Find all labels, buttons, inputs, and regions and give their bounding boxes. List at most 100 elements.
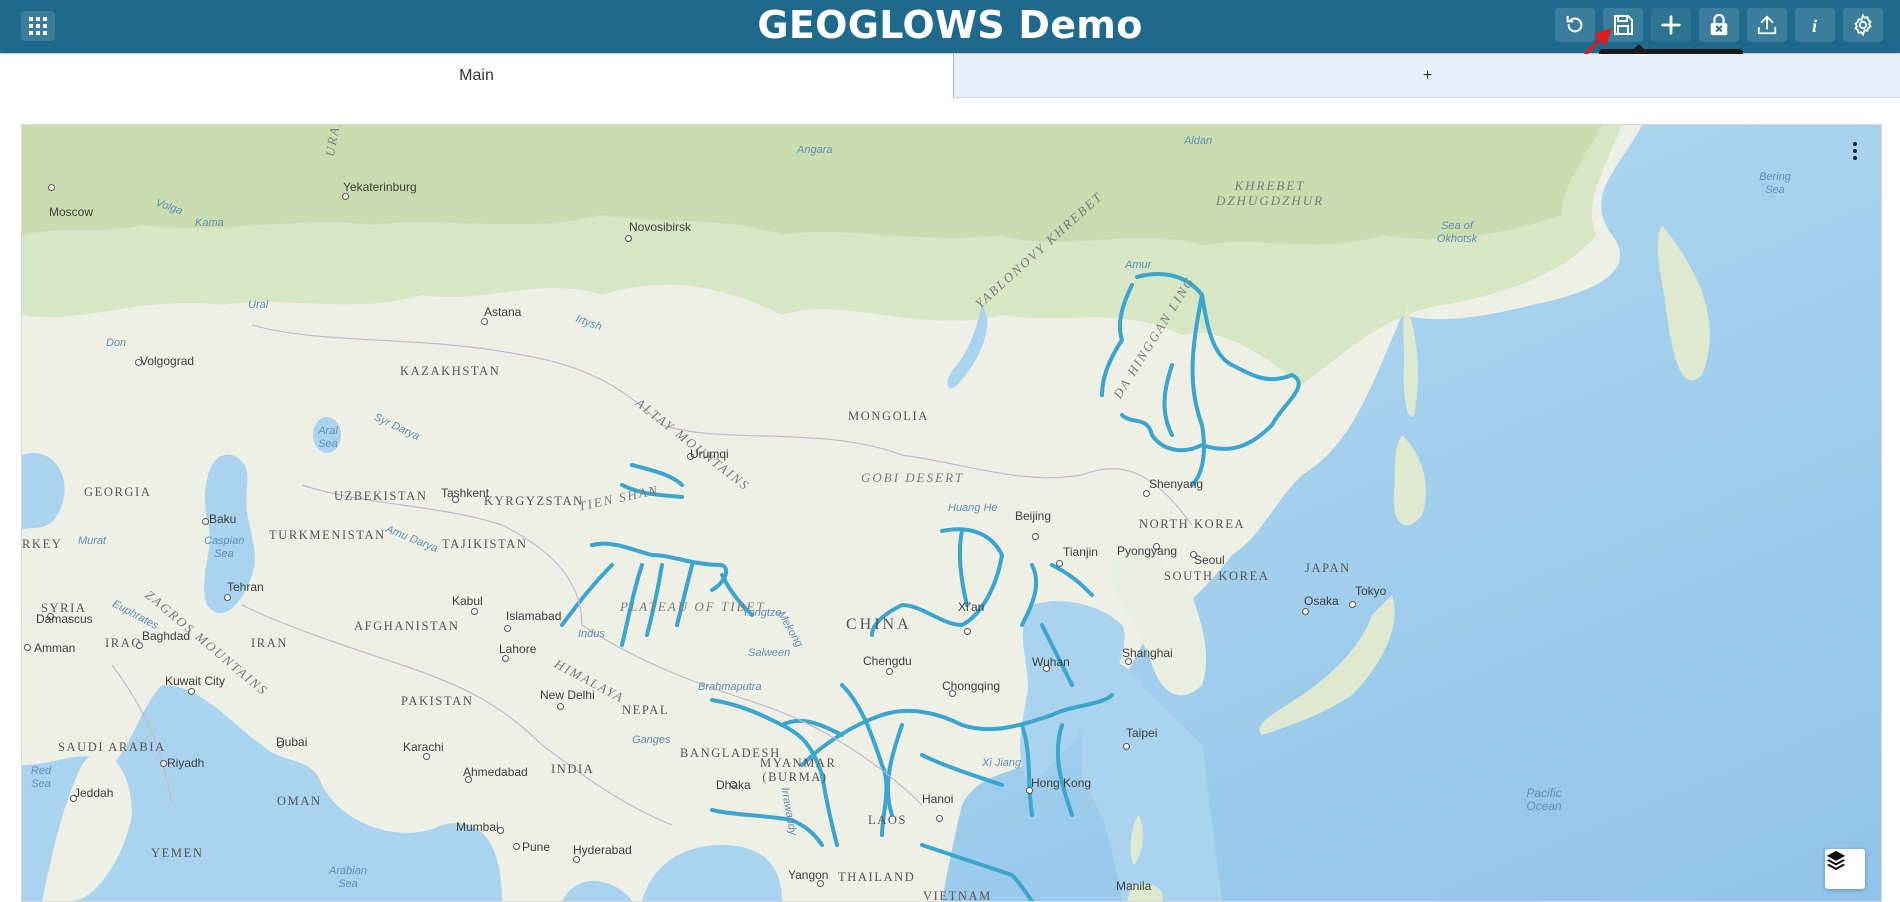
city-marker: [471, 608, 478, 615]
label-city: Tehran: [227, 580, 264, 594]
label-water: Huang He: [948, 502, 998, 514]
label-country: TURKMENISTAN: [269, 528, 386, 542]
city-marker: [886, 668, 893, 675]
label-city: Hyderabad: [573, 843, 632, 857]
label-city: Novosibirsk: [629, 220, 692, 234]
map-view[interactable]: KAZAKHSTAN MONGOLIA GEORGIA UZBEKISTAN K…: [21, 124, 1882, 902]
upload-icon: [1757, 15, 1777, 35]
label-water: Don: [106, 337, 127, 349]
label-country: INDIA: [551, 762, 595, 776]
label-water: Brahmaputra: [698, 681, 762, 693]
label-city: Seoul: [1194, 553, 1225, 567]
label-water: Indus: [578, 628, 605, 640]
add-dashboard-item-button[interactable]: [1651, 8, 1691, 42]
label-country: KAZAKHSTAN: [400, 364, 501, 378]
lock-button[interactable]: [1699, 8, 1739, 42]
label-water: Amur: [1125, 259, 1152, 271]
city-marker: [1032, 533, 1039, 540]
label-water: Ural: [248, 299, 269, 311]
label-city: Chengdu: [863, 654, 912, 668]
label-country: TAJIKISTAN: [442, 537, 528, 551]
label-water: Murat: [78, 535, 107, 547]
label-country: THAILAND: [838, 870, 916, 884]
city-marker: [504, 625, 511, 632]
label-country: SAUDI ARABIA: [58, 740, 166, 754]
export-button[interactable]: [1747, 8, 1787, 42]
label-city: Hong Kong: [1031, 776, 1092, 790]
label-city: Chongqing: [942, 679, 1001, 693]
label-water: Xi Jiang: [982, 757, 1022, 769]
label-city: Astana: [484, 305, 522, 319]
label-country: YEMEN: [151, 846, 204, 860]
label-water: Caspian Sea: [204, 535, 245, 560]
tab-main[interactable]: Main: [0, 54, 953, 98]
label-city: Hanoi: [922, 792, 954, 806]
label-region: KHREBET DZHUGDZHUR: [1215, 178, 1325, 208]
label-country: NORTH KOREA: [1139, 517, 1246, 531]
label-city: Manila: [1116, 879, 1152, 893]
city-marker: [188, 688, 195, 695]
city-marker: [625, 235, 632, 242]
label-city: Karachi: [403, 740, 444, 754]
label-city: New Delhi: [540, 688, 595, 702]
label-city: Osaka: [1304, 594, 1339, 608]
dashboard-tabs: Main +: [0, 54, 1900, 98]
label-water: Ganges: [632, 734, 671, 746]
label-water: Bering Sea: [1759, 171, 1791, 196]
label-city: Baghdad: [142, 629, 191, 643]
tab-add[interactable]: +: [953, 54, 1900, 98]
gear-icon: [1854, 13, 1872, 37]
label-water: Pacific Ocean: [1526, 786, 1562, 813]
label-city: Kabul: [452, 594, 483, 608]
label-city: Damascus: [36, 612, 93, 626]
label-country: IRAN: [251, 636, 288, 650]
city-marker: [573, 856, 580, 863]
city-marker: [502, 655, 509, 662]
label-city: Riyadh: [167, 756, 205, 770]
label-city: Pune: [522, 840, 551, 854]
label-city: Dhaka: [716, 778, 751, 792]
label-water: Arabian Sea: [329, 865, 367, 890]
label-region: GOBI DESERT: [861, 470, 965, 485]
label-country: JAPAN: [1305, 561, 1351, 575]
city-marker: [964, 628, 971, 635]
city-marker: [224, 594, 231, 601]
city-marker: [342, 193, 349, 200]
city-marker: [936, 815, 943, 822]
label-city: Taipei: [1126, 726, 1158, 740]
label-country: VIETNAM: [923, 889, 992, 902]
map-options-menu-button[interactable]: [1845, 139, 1865, 163]
apps-menu-button[interactable]: [21, 11, 55, 41]
label-city: Wuhan: [1032, 655, 1070, 669]
label-country: CHINA: [846, 616, 912, 633]
city-marker: [1143, 490, 1150, 497]
label-water: Kama: [195, 217, 224, 229]
label-country: KYRGYZSTAN: [484, 494, 584, 508]
label-city: Pyongyang: [1117, 544, 1178, 558]
settings-button[interactable]: [1843, 8, 1883, 42]
label-country: OMAN: [277, 794, 322, 808]
label-city: Yekaterinburg: [343, 180, 417, 194]
label-city: Shanghai: [1122, 646, 1173, 660]
svg-text:i: i: [1812, 16, 1817, 36]
label-country: MONGOLIA: [848, 409, 929, 423]
label-city: Tokyo: [1355, 584, 1387, 598]
layers-button[interactable]: [1825, 849, 1865, 889]
label-country: RKEY: [22, 537, 63, 551]
city-marker: [136, 642, 143, 649]
label-country: UZBEKISTAN: [334, 489, 428, 503]
label-city: Islamabad: [506, 609, 562, 623]
layers-icon: [1826, 850, 1846, 871]
info-button[interactable]: i: [1795, 8, 1835, 42]
city-marker: [160, 760, 167, 767]
city-marker: [1349, 601, 1356, 608]
label-city: Dubai: [276, 735, 308, 749]
city-marker: [48, 184, 55, 191]
label-city: Tianjin: [1063, 545, 1098, 559]
label-city: Yangon: [788, 868, 829, 882]
label-city: Mumbai: [456, 820, 499, 834]
kebab-menu-icon: [1853, 142, 1857, 146]
label-city: Amman: [34, 641, 76, 655]
label-city: Kuwait City: [165, 674, 226, 688]
label-water: Red Sea: [30, 765, 52, 790]
